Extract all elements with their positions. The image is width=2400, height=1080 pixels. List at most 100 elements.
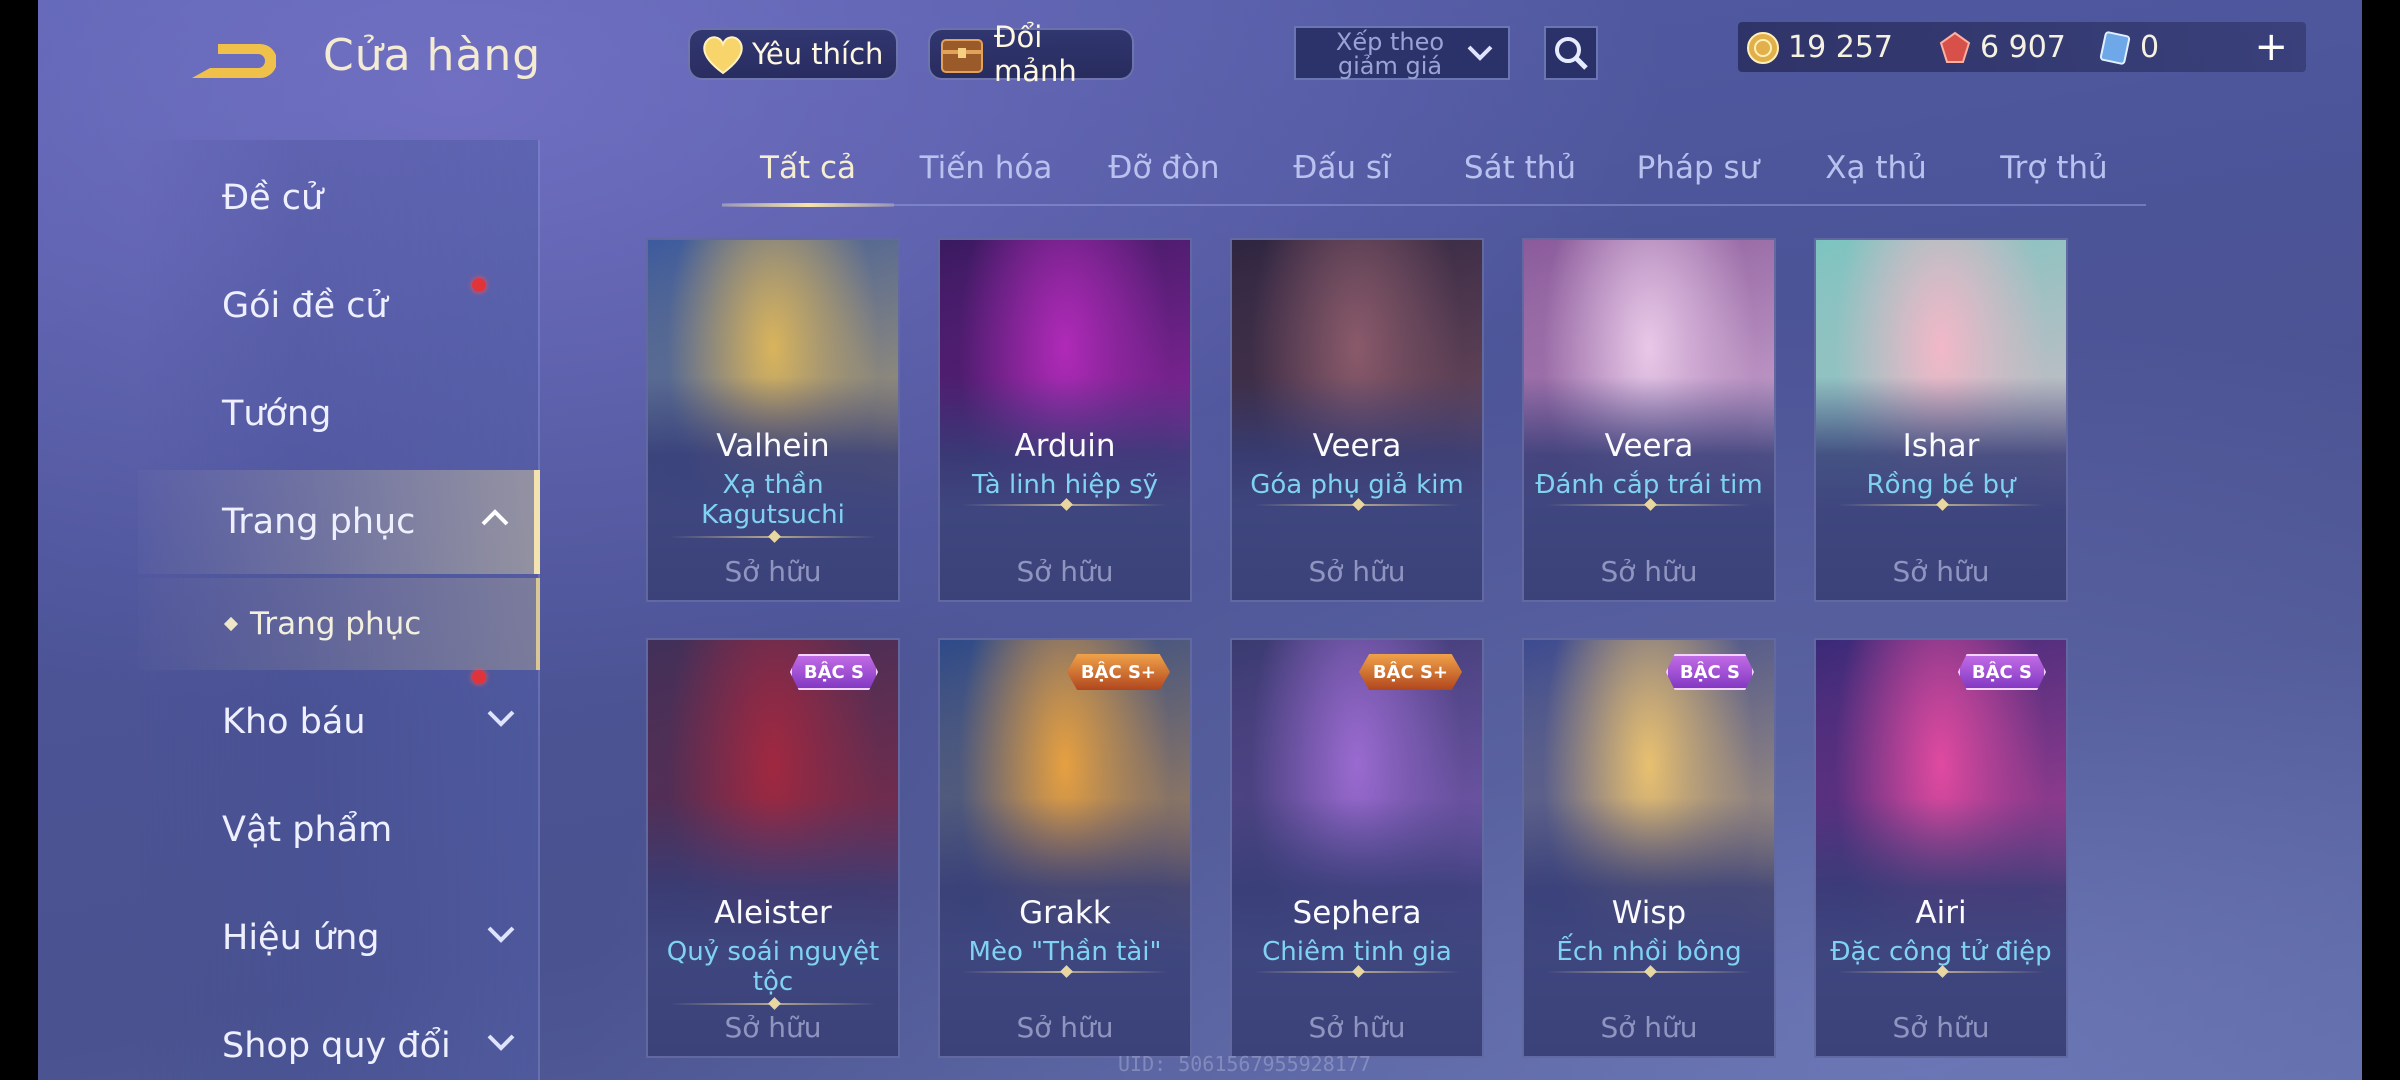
skin-name: Rồng bé bự xyxy=(1866,470,2016,500)
skin-name: Đặc công tử điệp xyxy=(1830,937,2052,967)
skin-card[interactable]: BẬC S Wisp Ếch nhồi bông Sở hữu xyxy=(1522,638,1776,1058)
sidebar-item-treasure[interactable]: Kho báu xyxy=(138,670,540,774)
right-screen-edge xyxy=(2362,0,2400,1080)
skin-name: Xạ thần Kagutsuchi xyxy=(701,470,845,530)
topup-plus-button[interactable]: + xyxy=(2254,27,2288,67)
owned-status: Sở hữu xyxy=(1308,555,1406,588)
bullet-icon xyxy=(223,616,239,632)
sidebar-item-label: Kho báu xyxy=(222,702,366,742)
skin-card[interactable]: Veera Đánh cắp trái tim Sở hữu xyxy=(1522,238,1776,602)
sidebar-subitem-skins[interactable]: Trang phục xyxy=(138,578,540,670)
owned-status: Sở hữu xyxy=(1308,1011,1406,1044)
page-title: Cửa hàng xyxy=(323,30,542,81)
voucher-currency: 0 xyxy=(2098,30,2159,65)
gem-currency: 6 907 xyxy=(1938,30,2066,65)
skin-name: Góa phụ giả kim xyxy=(1250,470,1464,500)
skin-card[interactable]: Veera Góa phụ giả kim Sở hữu xyxy=(1230,238,1484,602)
skin-card[interactable]: Valhein Xạ thần Kagutsuchi Sở hữu xyxy=(646,238,900,602)
gold-amount: 19 257 xyxy=(1788,30,1893,65)
owned-status: Sở hữu xyxy=(1016,555,1114,588)
owned-status: Sở hữu xyxy=(1892,555,1990,588)
sort-label: Xếp theo giảm giá xyxy=(1335,28,1445,80)
sidebar: Đề cử Gói đề cử Tướng Trang phục Trang p… xyxy=(138,140,540,1080)
skin-card[interactable]: BẬC S Airi Đặc công tử điệp Sở hữu xyxy=(1814,638,2068,1058)
hero-name: Aleister xyxy=(714,895,832,931)
chevron-down-icon xyxy=(487,926,515,943)
treasure-chest-icon xyxy=(938,32,988,76)
chevron-down-icon xyxy=(487,1034,515,1051)
owned-status: Sở hữu xyxy=(1600,555,1698,588)
tab-marksman[interactable]: Xạ thủ xyxy=(1825,150,1927,186)
sidebar-item-recommended-bundles[interactable]: Gói đề cử xyxy=(138,254,540,358)
heart-icon xyxy=(700,33,746,75)
hero-name: Wisp xyxy=(1611,895,1687,931)
owned-status: Sở hữu xyxy=(1892,1011,1990,1044)
tier-badge: BẬC S xyxy=(789,654,878,690)
tier-badge: BẬC S xyxy=(1665,654,1754,690)
sidebar-item-recommended[interactable]: Đề cử xyxy=(138,146,540,250)
sidebar-item-effects[interactable]: Hiệu ứng xyxy=(138,886,540,990)
sidebar-subitem-label: Trang phục xyxy=(250,606,422,642)
voucher-icon xyxy=(2099,30,2131,65)
hero-name: Ishar xyxy=(1902,428,1980,464)
sidebar-item-label: Tướng xyxy=(222,394,332,434)
sidebar-item-label: Shop quy đổi xyxy=(222,1026,451,1066)
chevron-down-icon xyxy=(487,710,515,727)
tab-fighter[interactable]: Đấu sĩ xyxy=(1293,150,1390,186)
currency-bar: 19 257 6 907 0 + xyxy=(1738,22,2306,72)
sidebar-item-label: Vật phẩm xyxy=(222,810,393,850)
sidebar-item-label: Trang phục xyxy=(222,502,416,542)
skin-name: Quỷ soái nguyệt tộc xyxy=(666,937,880,997)
sidebar-item-exchange-shop[interactable]: Shop quy đổi xyxy=(138,994,540,1080)
sidebar-item-heroes[interactable]: Tướng xyxy=(138,362,540,466)
chevron-up-icon xyxy=(481,509,509,526)
tab-tank[interactable]: Đỡ đòn xyxy=(1108,150,1219,186)
sort-dropdown[interactable]: Xếp theo giảm giá xyxy=(1294,26,1510,80)
hero-name: Veera xyxy=(1312,428,1402,464)
hero-name: Grakk xyxy=(1019,895,1111,931)
tab-mage[interactable]: Pháp sư xyxy=(1637,150,1760,186)
gold-coin-icon xyxy=(1747,31,1779,64)
left-screen-edge xyxy=(0,0,38,1080)
sidebar-item-label: Hiệu ứng xyxy=(222,918,380,958)
skin-card[interactable]: BẬC S Aleister Quỷ soái nguyệt tộc Sở hữ… xyxy=(646,638,900,1058)
skin-card[interactable]: Ishar Rồng bé bự Sở hữu xyxy=(1814,238,2068,602)
sidebar-item-items[interactable]: Vật phẩm xyxy=(138,778,540,882)
owned-status: Sở hữu xyxy=(724,555,822,588)
back-button[interactable] xyxy=(188,38,277,84)
skin-card[interactable]: BẬC S+ Grakk Mèo "Thần tài" Sở hữu xyxy=(938,638,1192,1058)
search-icon xyxy=(1555,37,1588,70)
tab-all[interactable]: Tất cả xyxy=(760,150,856,186)
gem-amount: 6 907 xyxy=(1980,30,2066,65)
hero-name: Arduin xyxy=(1014,428,1116,464)
skin-name: Ếch nhồi bông xyxy=(1556,937,1742,967)
owned-status: Sở hữu xyxy=(1600,1011,1698,1044)
fragment-exchange-button[interactable]: Đổi mảnh xyxy=(928,20,1134,88)
tier-badge: BẬC S xyxy=(1957,654,2046,690)
back-arrow-icon xyxy=(192,44,277,78)
hero-name: Airi xyxy=(1915,895,1967,931)
tab-support[interactable]: Trợ thủ xyxy=(2000,150,2107,186)
shop-screen: Cửa hàng Yêu thích Đổi mảnh Xếp theo giả… xyxy=(38,0,2362,1080)
sidebar-item-label: Đề cử xyxy=(222,178,324,218)
skin-name: Mèo "Thần tài" xyxy=(968,937,1162,967)
hero-name: Veera xyxy=(1604,428,1694,464)
skin-card[interactable]: BẬC S+ Sephera Chiêm tinh gia Sở hữu xyxy=(1230,638,1484,1058)
skin-name: Đánh cắp trái tim xyxy=(1535,470,1763,500)
notification-dot xyxy=(472,670,486,684)
tab-evolution[interactable]: Tiến hóa xyxy=(920,150,1053,186)
category-tabs: Tất cả Tiến hóa Đỡ đòn Đấu sĩ Sát thủ Ph… xyxy=(722,140,2146,207)
sidebar-item-skins[interactable]: Trang phục xyxy=(138,470,540,574)
notification-dot xyxy=(472,278,486,292)
fragment-exchange-label: Đổi mảnh xyxy=(994,20,1077,88)
tab-assassin[interactable]: Sát thủ xyxy=(1464,150,1576,186)
search-button[interactable] xyxy=(1544,26,1598,80)
sidebar-item-label: Gói đề cử xyxy=(222,286,388,326)
owned-status: Sở hữu xyxy=(724,1011,822,1044)
tier-badge: BẬC S+ xyxy=(1066,654,1170,690)
user-id-watermark: UID: 5061567955928177 xyxy=(1118,1052,1371,1076)
voucher-amount: 0 xyxy=(2140,30,2160,65)
favorites-button[interactable]: Yêu thích xyxy=(688,28,898,80)
skin-card[interactable]: Arduin Tà linh hiệp sỹ Sở hữu xyxy=(938,238,1192,602)
active-tab-underline xyxy=(722,203,894,207)
